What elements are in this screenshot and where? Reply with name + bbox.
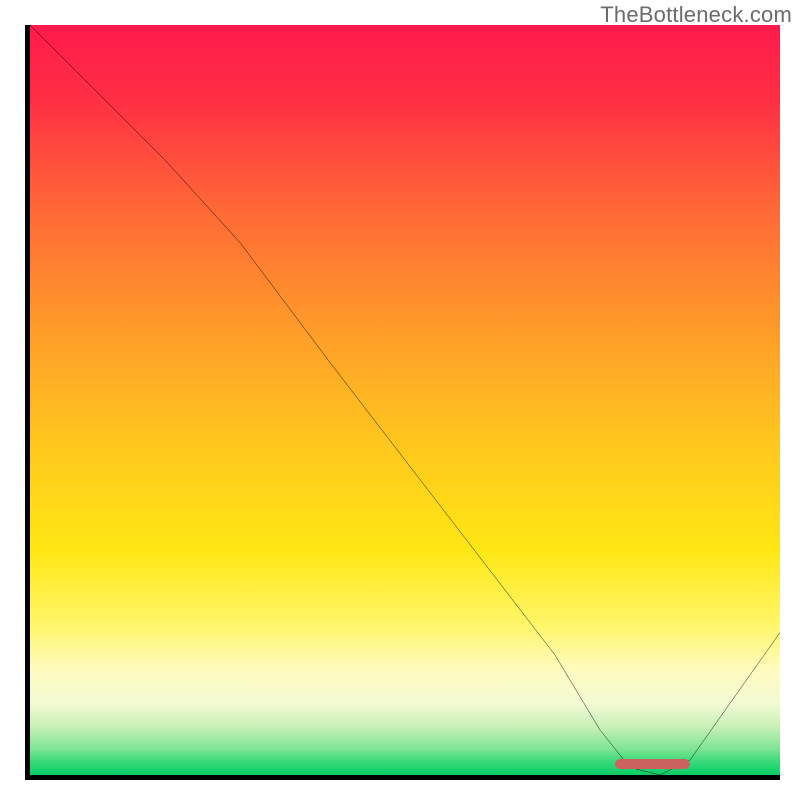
optimal-range-marker [615, 759, 690, 769]
plot-area [30, 25, 780, 775]
performance-curve [30, 25, 780, 775]
chart-container: TheBottleneck.com [0, 0, 800, 800]
watermark-text: TheBottleneck.com [600, 2, 792, 28]
